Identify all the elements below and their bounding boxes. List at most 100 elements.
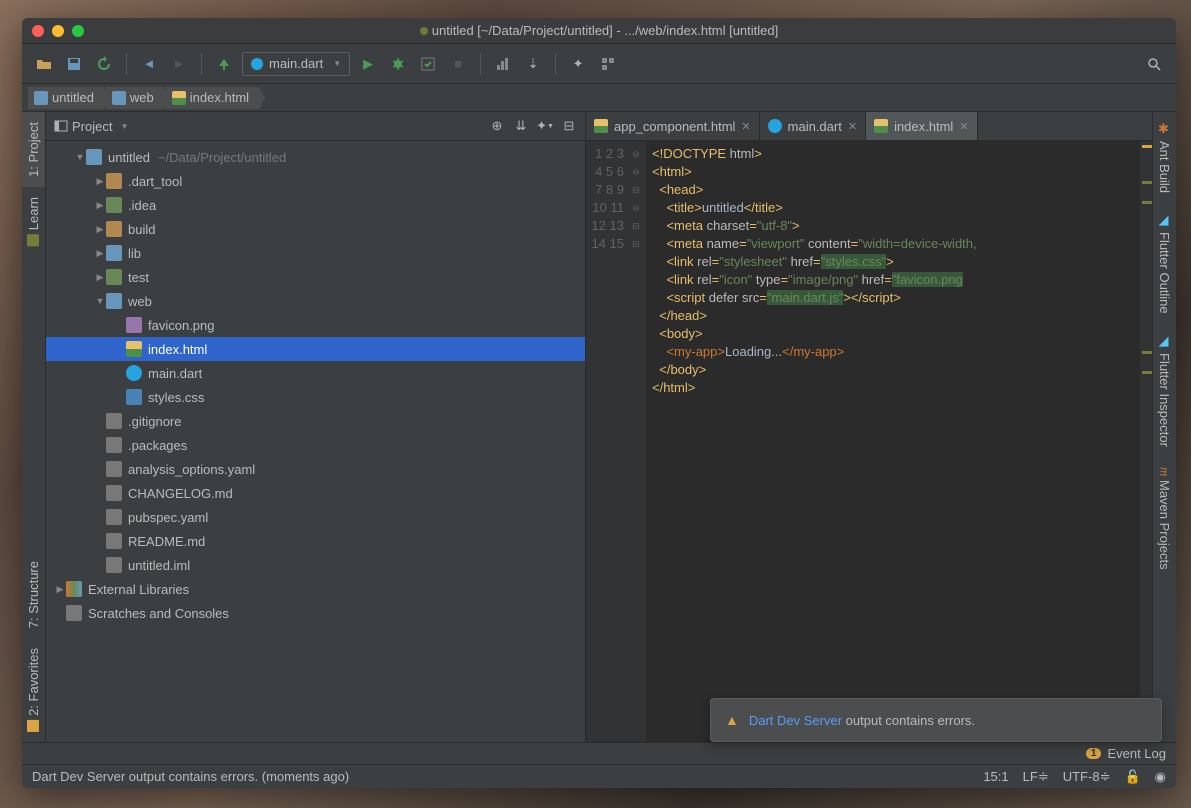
save-icon[interactable]: [62, 52, 86, 76]
open-icon[interactable]: [32, 52, 56, 76]
tree-label: web: [128, 294, 152, 309]
expand-arrow-icon[interactable]: ▶: [94, 176, 106, 187]
run-config-selector[interactable]: main.dart▼: [242, 52, 350, 76]
tree-row[interactable]: ▶.idea: [46, 193, 585, 217]
cursor-position[interactable]: 15:1: [983, 769, 1008, 784]
event-log-bar[interactable]: 1 Event Log: [22, 742, 1176, 764]
tree-row[interactable]: index.html: [46, 337, 585, 361]
tree-row[interactable]: CHANGELOG.md: [46, 481, 585, 505]
expand-arrow-icon[interactable]: ▶: [54, 584, 66, 595]
tree-row[interactable]: pubspec.yaml: [46, 505, 585, 529]
collapse-icon[interactable]: ⇊: [513, 118, 529, 134]
stop-icon[interactable]: ■: [446, 52, 470, 76]
lock-icon[interactable]: 🔓: [1124, 769, 1140, 785]
build-icon[interactable]: [212, 52, 236, 76]
expand-arrow-icon[interactable]: ▶: [94, 248, 106, 259]
minimize-window-button[interactable]: [52, 25, 64, 37]
back-icon[interactable]: ◄: [137, 52, 161, 76]
project-panel: Project▼ ⊕ ⇊ ✦▼ ⊟ ▼untitled~/Data/Projec…: [46, 112, 586, 742]
tree-label: build: [128, 222, 155, 237]
tree-label: untitled: [108, 150, 150, 165]
maven-tab[interactable]: mMaven Projects: [1153, 457, 1176, 580]
tree-row[interactable]: ▶ build: [46, 217, 585, 241]
folder-g-icon: [106, 269, 122, 285]
file-icon: [66, 605, 82, 621]
close-tab-icon[interactable]: ✕: [959, 120, 968, 133]
learn-tool-tab[interactable]: Learn: [22, 187, 45, 256]
code-editor[interactable]: 1 2 3 4 5 6 7 8 9 10 11 12 13 14 15 ⊖ ⊖ …: [586, 141, 1152, 742]
breadcrumb-item[interactable]: untitled: [28, 87, 104, 109]
editor-tab[interactable]: app_component.html✕: [586, 112, 760, 140]
tree-label: lib: [128, 246, 141, 261]
tree-row[interactable]: Scratches and Consoles: [46, 601, 585, 625]
expand-arrow-icon[interactable]: ▼: [74, 152, 86, 162]
tree-row[interactable]: ▶.dart_tool: [46, 169, 585, 193]
status-message[interactable]: Dart Dev Server output contains errors. …: [32, 769, 349, 784]
settings-icon[interactable]: ✦: [566, 52, 590, 76]
expand-arrow-icon[interactable]: ▼: [94, 296, 106, 306]
fold-gutter[interactable]: ⊖ ⊖ ⊟ ⊖ ⊟ ⊟: [632, 141, 646, 742]
tree-row[interactable]: .gitignore: [46, 409, 585, 433]
file-icon: [106, 461, 122, 477]
breadcrumb-bar: untitled web index.html: [22, 84, 1176, 112]
titlebar: untitled [~/Data/Project/untitled] - ...…: [22, 18, 1176, 44]
close-tab-icon[interactable]: ✕: [741, 120, 750, 133]
close-tab-icon[interactable]: ✕: [848, 120, 857, 133]
project-structure-icon[interactable]: [596, 52, 620, 76]
gear-icon[interactable]: ✦▼: [537, 118, 553, 134]
attach-icon[interactable]: ⇣: [521, 52, 545, 76]
expand-arrow-icon[interactable]: ▶: [94, 272, 106, 283]
inspector-icon[interactable]: ◉: [1155, 769, 1166, 785]
folder-b-icon: [86, 149, 102, 165]
hide-icon[interactable]: ⊟: [561, 118, 577, 134]
line-number-gutter[interactable]: 1 2 3 4 5 6 7 8 9 10 11 12 13 14 15: [586, 141, 632, 742]
tree-row[interactable]: main.dart: [46, 361, 585, 385]
expand-arrow-icon[interactable]: ▶: [94, 200, 106, 211]
zoom-window-button[interactable]: [72, 25, 84, 37]
editor-tab[interactable]: main.dart✕: [760, 112, 866, 140]
tree-row[interactable]: analysis_options.yaml: [46, 457, 585, 481]
tree-row[interactable]: README.md: [46, 529, 585, 553]
file-icon: [106, 485, 122, 501]
tree-label: CHANGELOG.md: [128, 486, 233, 501]
notification-link[interactable]: Dart Dev Server: [749, 713, 842, 728]
window-controls: [32, 25, 84, 37]
tree-row[interactable]: ▶test: [46, 265, 585, 289]
tree-row[interactable]: untitled.iml: [46, 553, 585, 577]
structure-tool-tab[interactable]: 7: Structure: [22, 551, 45, 638]
profiler-icon[interactable]: [491, 52, 515, 76]
project-tree[interactable]: ▼untitled~/Data/Project/untitled▶.dart_t…: [46, 141, 585, 742]
tree-label: analysis_options.yaml: [128, 462, 255, 477]
close-window-button[interactable]: [32, 25, 44, 37]
run-icon[interactable]: ▶: [356, 52, 380, 76]
forward-icon[interactable]: ►: [167, 52, 191, 76]
editor-tab[interactable]: index.html✕: [866, 112, 977, 140]
tree-row[interactable]: ▶ lib: [46, 241, 585, 265]
tree-row[interactable]: .packages: [46, 433, 585, 457]
favorites-tool-tab[interactable]: 2: Favorites: [22, 638, 45, 742]
locate-icon[interactable]: ⊕: [489, 118, 505, 134]
panel-title[interactable]: Project▼: [54, 119, 128, 134]
line-separator[interactable]: LF≑: [1023, 769, 1049, 785]
error-stripe[interactable]: [1140, 141, 1152, 742]
flutter-inspector-tab[interactable]: ◢Flutter Inspector: [1153, 324, 1176, 457]
search-icon[interactable]: [1142, 52, 1166, 76]
flutter-outline-tab[interactable]: ◢Flutter Outline: [1153, 203, 1176, 324]
notification-balloon[interactable]: ▲ Dart Dev Server output contains errors…: [710, 698, 1162, 742]
debug-icon[interactable]: [386, 52, 410, 76]
tree-row[interactable]: ▼untitled~/Data/Project/untitled: [46, 145, 585, 169]
tree-row[interactable]: ▼ web: [46, 289, 585, 313]
tree-label: External Libraries: [88, 582, 189, 597]
ide-window: untitled [~/Data/Project/untitled] - ...…: [22, 18, 1176, 788]
sync-icon[interactable]: [92, 52, 116, 76]
tree-row[interactable]: favicon.png: [46, 313, 585, 337]
file-encoding[interactable]: UTF-8≑: [1063, 769, 1111, 785]
tree-row[interactable]: styles.css: [46, 385, 585, 409]
expand-arrow-icon[interactable]: ▶: [94, 224, 106, 235]
breadcrumb-item[interactable]: web: [106, 87, 164, 109]
ant-build-tab[interactable]: ✱Ant Build: [1153, 112, 1176, 203]
tree-row[interactable]: ▶ External Libraries: [46, 577, 585, 601]
coverage-icon[interactable]: [416, 52, 440, 76]
breadcrumb-item[interactable]: index.html: [166, 87, 259, 109]
project-tool-tab[interactable]: 1: Project: [22, 112, 45, 187]
